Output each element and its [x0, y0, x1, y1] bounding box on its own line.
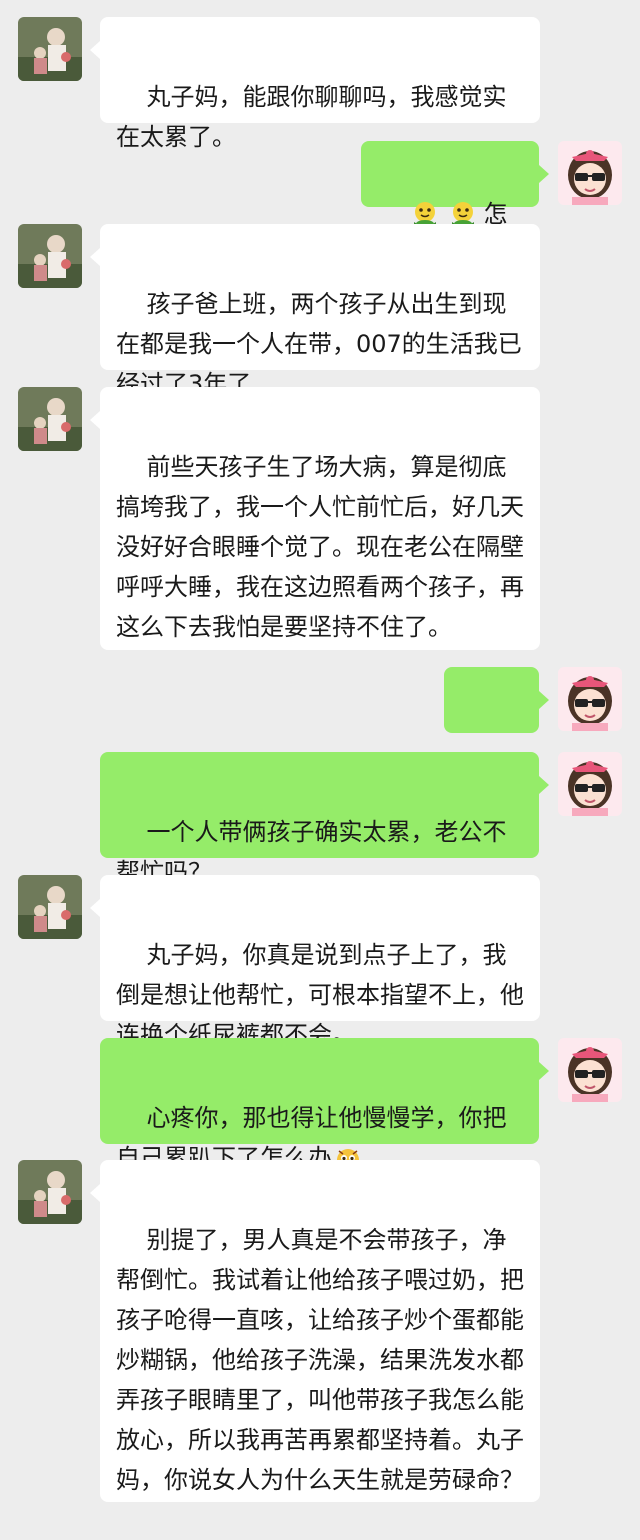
contact-avatar[interactable] — [18, 17, 82, 81]
message-text: 别提了，男人真是不会带孩子，净帮倒忙。我试着让他给孩子喂过奶，把孩子呛得一直咳，… — [116, 1226, 524, 1494]
contact-avatar[interactable] — [18, 224, 82, 288]
message-bubble[interactable]: 心疼你，那也得让他慢慢学，你把自己累趴下了怎么办 — [100, 1038, 549, 1172]
my-avatar[interactable] — [558, 1038, 622, 1102]
message-bubble[interactable]: 丸子妈，能跟你聊聊吗，我感觉实在太累了。 — [90, 17, 540, 151]
message-bubble[interactable]: 孩子爸上班，两个孩子从出生到现在都是我一个人在带，007的生活我已经过了3年了…… — [90, 224, 540, 398]
message-text: 前些天孩子生了场大病，算是彻底搞垮我了，我一个人忙前忙后，好几天没好好合眼睡个觉… — [116, 453, 524, 641]
chat-window: 丸子妈，能跟你聊聊吗，我感觉实在太累了。 怎么了 孩子爸上班，两个孩子从出生到现… — [0, 0, 640, 1521]
my-avatar[interactable] — [558, 667, 622, 731]
my-avatar[interactable] — [558, 141, 622, 205]
message-text: 丸子妈，你真是说到点子上了，我倒是想让他帮忙，可根本指望不上，他连换个纸尿裤都不… — [116, 941, 524, 1049]
message-bubble[interactable]: 别提了，男人真是不会带孩子，净帮倒忙。我试着让他给孩子喂过奶，把孩子呛得一直咳，… — [90, 1160, 540, 1502]
message-bubble[interactable]: 一个人带俩孩子确实太累，老公不帮忙吗？ — [100, 752, 549, 886]
contact-avatar[interactable] — [18, 1160, 82, 1224]
message-bubble[interactable]: 前些天孩子生了场大病，算是彻底搞垮我了，我一个人忙前忙后，好几天没好好合眼睡个觉… — [90, 387, 540, 650]
message-bubble[interactable]: 怎么了 — [361, 141, 549, 268]
contact-avatar[interactable] — [18, 387, 82, 451]
my-avatar[interactable] — [558, 752, 622, 816]
message-bubble[interactable] — [444, 667, 549, 833]
message-text: 孩子爸上班，两个孩子从出生到现在都是我一个人在带，007的生活我已经过了3年了…… — [116, 290, 522, 398]
contact-avatar[interactable] — [18, 875, 82, 939]
message-bubble[interactable]: 丸子妈，你真是说到点子上了，我倒是想让他帮忙，可根本指望不上，他连换个纸尿裤都不… — [90, 875, 540, 1049]
